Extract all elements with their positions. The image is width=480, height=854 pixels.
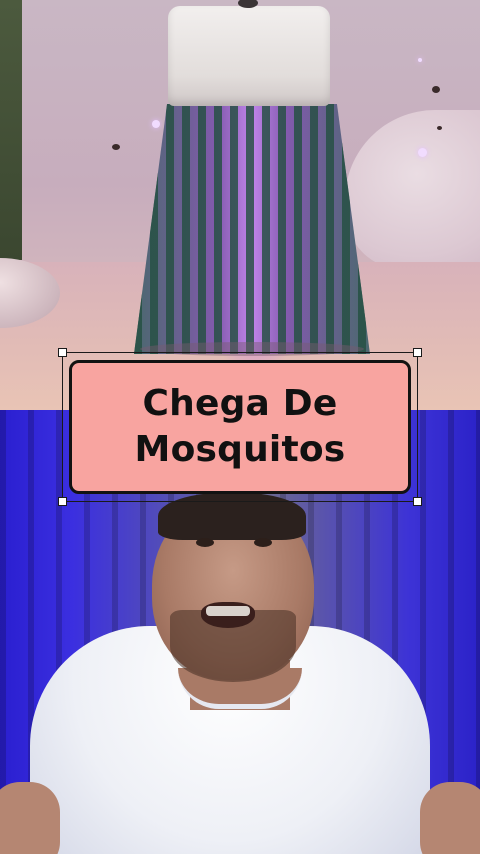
- background-pillow: [345, 110, 480, 270]
- presenter-right-arm: [420, 782, 480, 854]
- caption-line-2: Mosquitos: [134, 429, 346, 470]
- mosquito: [112, 144, 120, 150]
- mosquito: [432, 86, 440, 93]
- presenter-left-arm: [0, 782, 60, 854]
- presenter-teeth: [206, 606, 250, 616]
- resize-handle-top-left[interactable]: [58, 348, 67, 357]
- light-particle: [418, 148, 427, 157]
- caption-line-1: Chega De: [142, 383, 338, 424]
- lamp-cage: [134, 104, 370, 354]
- resize-handle-bottom-right[interactable]: [413, 497, 422, 506]
- mosquito: [437, 126, 442, 130]
- caption-text-box[interactable]: Chega De Mosquitos: [69, 360, 411, 494]
- presenter-left-eye: [196, 538, 214, 547]
- light-particle: [152, 120, 160, 128]
- lamp-cap: [168, 0, 330, 106]
- presenter-right-eye: [254, 538, 272, 547]
- resize-handle-bottom-left[interactable]: [58, 497, 67, 506]
- background-wall: [0, 0, 22, 260]
- light-particle: [418, 58, 422, 62]
- resize-handle-top-right[interactable]: [413, 348, 422, 357]
- top-video-frame: [0, 0, 480, 410]
